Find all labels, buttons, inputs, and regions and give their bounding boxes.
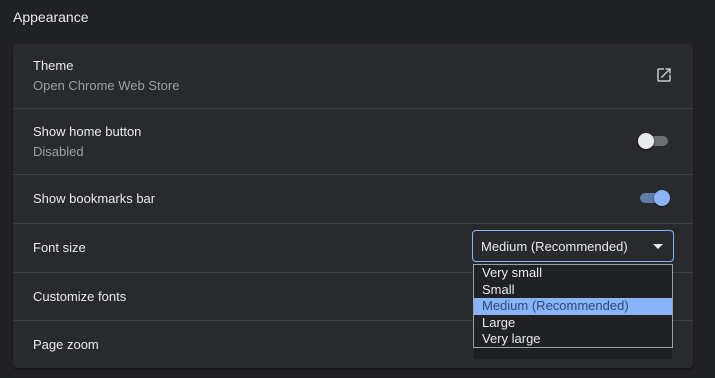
theme-sublabel: Open Chrome Web Store bbox=[33, 78, 180, 93]
font-size-option-medium[interactable]: Medium (Recommended) bbox=[474, 298, 672, 315]
home-button-row[interactable]: Show home button Disabled bbox=[13, 108, 693, 174]
home-button-toggle[interactable] bbox=[638, 133, 670, 149]
bookmarks-bar-row[interactable]: Show bookmarks bar bbox=[13, 174, 693, 223]
bookmarks-bar-toggle[interactable] bbox=[638, 190, 670, 206]
font-size-select[interactable]: Medium (Recommended) bbox=[472, 230, 674, 262]
toggle-knob bbox=[654, 190, 670, 206]
home-button-status: Disabled bbox=[33, 144, 84, 159]
font-size-option-very-small[interactable]: Very small bbox=[474, 265, 672, 282]
open-in-new-icon[interactable] bbox=[655, 66, 673, 84]
section-title-appearance: Appearance bbox=[13, 9, 89, 25]
home-button-label: Show home button bbox=[33, 124, 142, 139]
font-size-label: Font size bbox=[33, 240, 86, 255]
page-zoom-select-partial[interactable] bbox=[474, 348, 672, 359]
dropdown-arrow-icon bbox=[653, 244, 663, 249]
page-zoom-label: Page zoom bbox=[33, 337, 99, 352]
theme-row[interactable]: Theme Open Chrome Web Store bbox=[13, 44, 693, 108]
bookmarks-bar-label: Show bookmarks bar bbox=[33, 191, 156, 206]
font-size-dropdown-list: Very small Small Medium (Recommended) La… bbox=[473, 264, 673, 348]
font-size-option-small[interactable]: Small bbox=[474, 282, 672, 299]
customize-fonts-label: Customize fonts bbox=[33, 289, 127, 304]
font-size-selected-value: Medium (Recommended) bbox=[481, 239, 628, 254]
font-size-option-very-large[interactable]: Very large bbox=[474, 331, 672, 348]
toggle-knob bbox=[638, 133, 654, 149]
theme-label: Theme bbox=[33, 58, 74, 73]
font-size-option-large[interactable]: Large bbox=[474, 315, 672, 332]
